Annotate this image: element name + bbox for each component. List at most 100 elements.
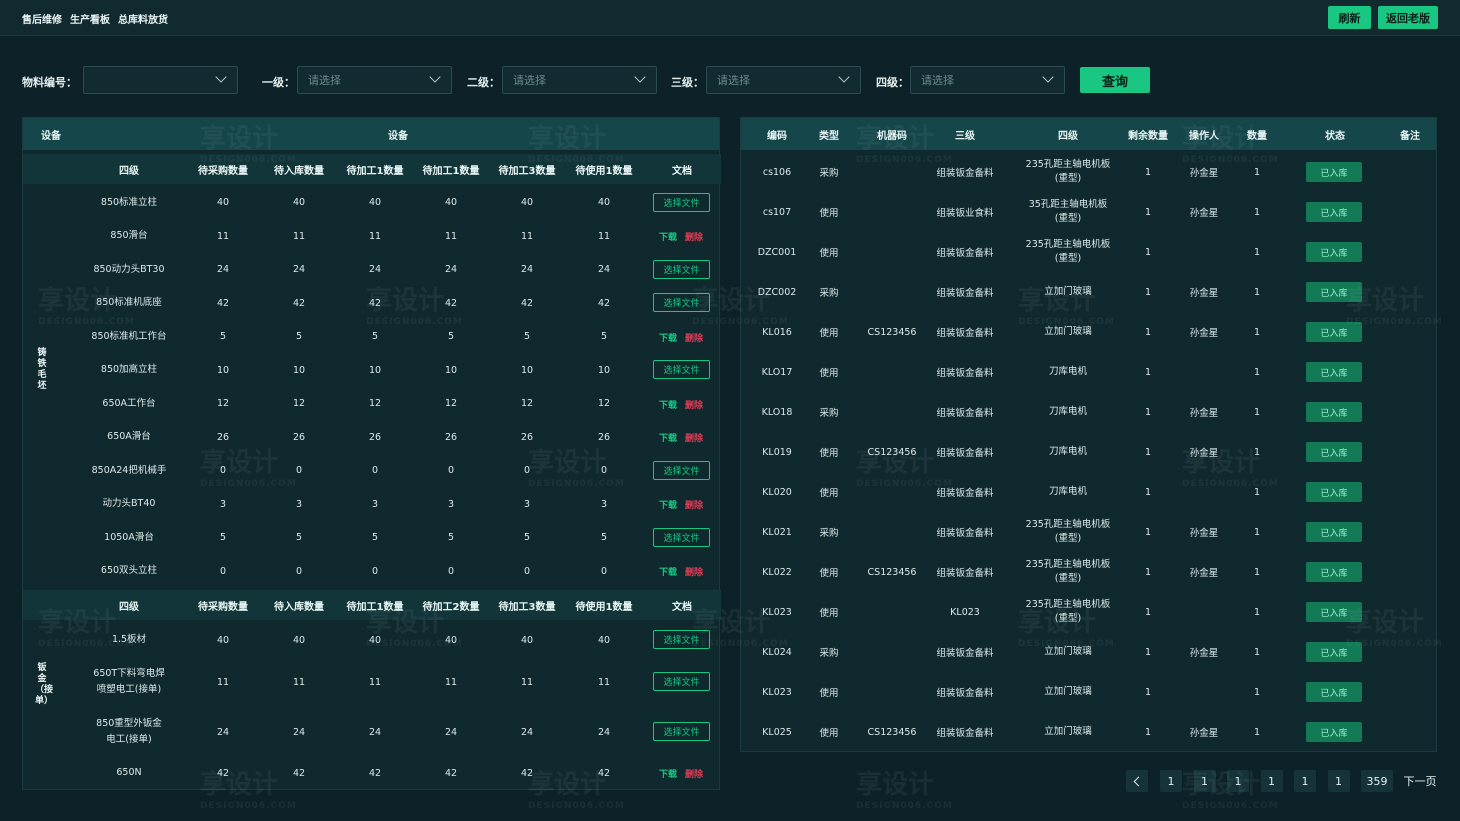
- download-link[interactable]: 下载: [659, 498, 677, 511]
- delete-link[interactable]: 删除: [685, 498, 703, 511]
- choose-file-button[interactable]: 选择文件: [653, 722, 710, 741]
- quantity-cell: 42: [520, 767, 534, 779]
- page-number-button[interactable]: 359: [1361, 770, 1393, 792]
- inventory-record-panel: 编码 类型 机器码 三级 四级 剩余数量 操作人 数量 状态 备注 cs106 采购 组装钣金备料 23…: [740, 117, 1437, 752]
- level3-select[interactable]: 请选择: [706, 66, 861, 94]
- cell-machine: CS123456: [867, 326, 917, 338]
- page-number-button[interactable]: 1: [1260, 770, 1283, 792]
- page-number-button[interactable]: 1: [1193, 770, 1216, 792]
- page-number-button[interactable]: 1: [1327, 770, 1350, 792]
- quantity-cell: 40: [444, 197, 458, 208]
- item-name: 850动力头BT30: [93, 263, 165, 275]
- status-button[interactable]: 已入库: [1306, 682, 1362, 702]
- choose-file-button[interactable]: 选择文件: [653, 672, 710, 691]
- cell-type: 使用: [819, 248, 839, 259]
- status-button[interactable]: 已入库: [1306, 282, 1362, 302]
- item-name: 850加高立柱: [100, 364, 158, 375]
- download-link[interactable]: 下载: [659, 431, 677, 444]
- level4-label: 四级：: [876, 76, 909, 89]
- nav-warehouse-release[interactable]: 总库料放货: [118, 11, 168, 26]
- cell-op: [1177, 354, 1231, 390]
- cell-qty: 1: [1253, 166, 1261, 178]
- cell-remain: 1: [1144, 566, 1152, 578]
- cell-l4: 刀库电机: [1048, 406, 1087, 417]
- level2-placeholder: 请选择: [513, 74, 546, 87]
- delete-link[interactable]: 删除: [685, 230, 703, 243]
- item-name: 850标准立柱: [100, 196, 158, 208]
- quantity-cell: 5: [371, 532, 379, 543]
- quantity-cell: 12: [292, 398, 306, 409]
- status-button[interactable]: 已入库: [1306, 562, 1362, 582]
- download-link[interactable]: 下载: [659, 398, 677, 411]
- material-select[interactable]: [83, 66, 238, 94]
- choose-file-button[interactable]: 选择文件: [653, 460, 710, 480]
- nav-after-sales[interactable]: 售后维修: [22, 11, 62, 26]
- status-button[interactable]: 已入库: [1306, 722, 1362, 742]
- status-button[interactable]: 已入库: [1306, 202, 1362, 222]
- next-page-button[interactable]: 下一页: [1400, 770, 1440, 792]
- download-link[interactable]: 下载: [659, 565, 677, 578]
- quantity-cell: 3: [371, 498, 379, 510]
- download-link[interactable]: 下载: [659, 230, 677, 243]
- cell-l3: 组装钣金备料: [936, 648, 994, 659]
- choose-file-button[interactable]: 选择文件: [653, 259, 710, 279]
- level1-select[interactable]: 请选择: [297, 66, 452, 94]
- device-stock-panel: 设备 设备 四级 待采购数量 待入库数量 待加工1数量 待加工1数量 待加工3数量 待使用1…: [22, 117, 721, 790]
- status-button[interactable]: 已入库: [1306, 602, 1362, 622]
- page-number-button[interactable]: 1: [1160, 770, 1182, 792]
- cell-code: DZC001: [757, 246, 797, 258]
- cell-type: 采购: [819, 528, 839, 539]
- download-link[interactable]: 下载: [659, 767, 677, 780]
- quantity-cell: 10: [520, 364, 534, 376]
- item-name: 850标准机底座: [96, 297, 162, 308]
- level1-placeholder: 请选择: [308, 74, 341, 87]
- cell-type: 使用: [819, 568, 839, 579]
- status-button[interactable]: 已入库: [1306, 522, 1362, 542]
- status-button[interactable]: 已入库: [1306, 242, 1362, 262]
- status-button[interactable]: 已入库: [1306, 442, 1362, 462]
- nav-production-board[interactable]: 生产看板: [70, 11, 110, 26]
- cell-op: 孙金星: [1189, 648, 1219, 659]
- refresh-button[interactable]: 刷新: [1328, 6, 1371, 29]
- old-version-button[interactable]: 返回老版: [1378, 6, 1438, 29]
- choose-file-button[interactable]: 选择文件: [653, 293, 710, 312]
- choose-file-button[interactable]: 选择文件: [653, 192, 710, 212]
- status-button[interactable]: 已入库: [1306, 322, 1362, 342]
- status-button[interactable]: 已入库: [1306, 162, 1362, 182]
- delete-link[interactable]: 删除: [685, 431, 703, 444]
- page-number-button[interactable]: 1: [1294, 770, 1316, 792]
- delete-link[interactable]: 删除: [685, 565, 703, 578]
- cell-remain: 1: [1144, 446, 1152, 458]
- quantity-cell: 26: [520, 431, 534, 443]
- query-button[interactable]: 查询: [1080, 67, 1150, 93]
- status-button[interactable]: 已入库: [1306, 642, 1362, 662]
- cell-op: 孙金星: [1189, 208, 1219, 219]
- status-button[interactable]: 已入库: [1306, 482, 1362, 502]
- cell-machine: [859, 234, 925, 270]
- choose-file-button[interactable]: 选择文件: [653, 630, 710, 649]
- choose-file-button[interactable]: 选择文件: [653, 360, 710, 379]
- delete-link[interactable]: 删除: [685, 767, 703, 780]
- status-button[interactable]: 已入库: [1306, 402, 1362, 422]
- cell-l3: 组装钣金备料: [936, 408, 994, 419]
- page-number-button[interactable]: 1: [1227, 770, 1249, 792]
- cell-l4: 立加门玻璃: [1044, 726, 1092, 737]
- delete-link[interactable]: 删除: [685, 398, 703, 411]
- column-header: 四级: [1058, 130, 1078, 142]
- level4-select[interactable]: 请选择: [910, 66, 1065, 94]
- choose-file-button[interactable]: 选择文件: [653, 527, 710, 547]
- cell-remain: 1: [1144, 406, 1152, 418]
- quantity-cell: 11: [597, 230, 611, 242]
- quantity-cell: 10: [444, 364, 458, 376]
- status-button[interactable]: 已入库: [1306, 362, 1362, 382]
- cell-type: 使用: [819, 608, 839, 619]
- quantity-cell: 11: [444, 676, 458, 688]
- prev-page-button[interactable]: [1126, 770, 1148, 792]
- delete-link[interactable]: 删除: [685, 331, 703, 344]
- column-header: 待加工3数量: [498, 165, 556, 177]
- download-link[interactable]: 下载: [659, 331, 677, 344]
- quantity-cell: 26: [368, 431, 382, 443]
- level2-select[interactable]: 请选择: [502, 66, 657, 94]
- cell-code: KL020: [762, 486, 792, 498]
- cell-op: 孙金星: [1189, 408, 1219, 419]
